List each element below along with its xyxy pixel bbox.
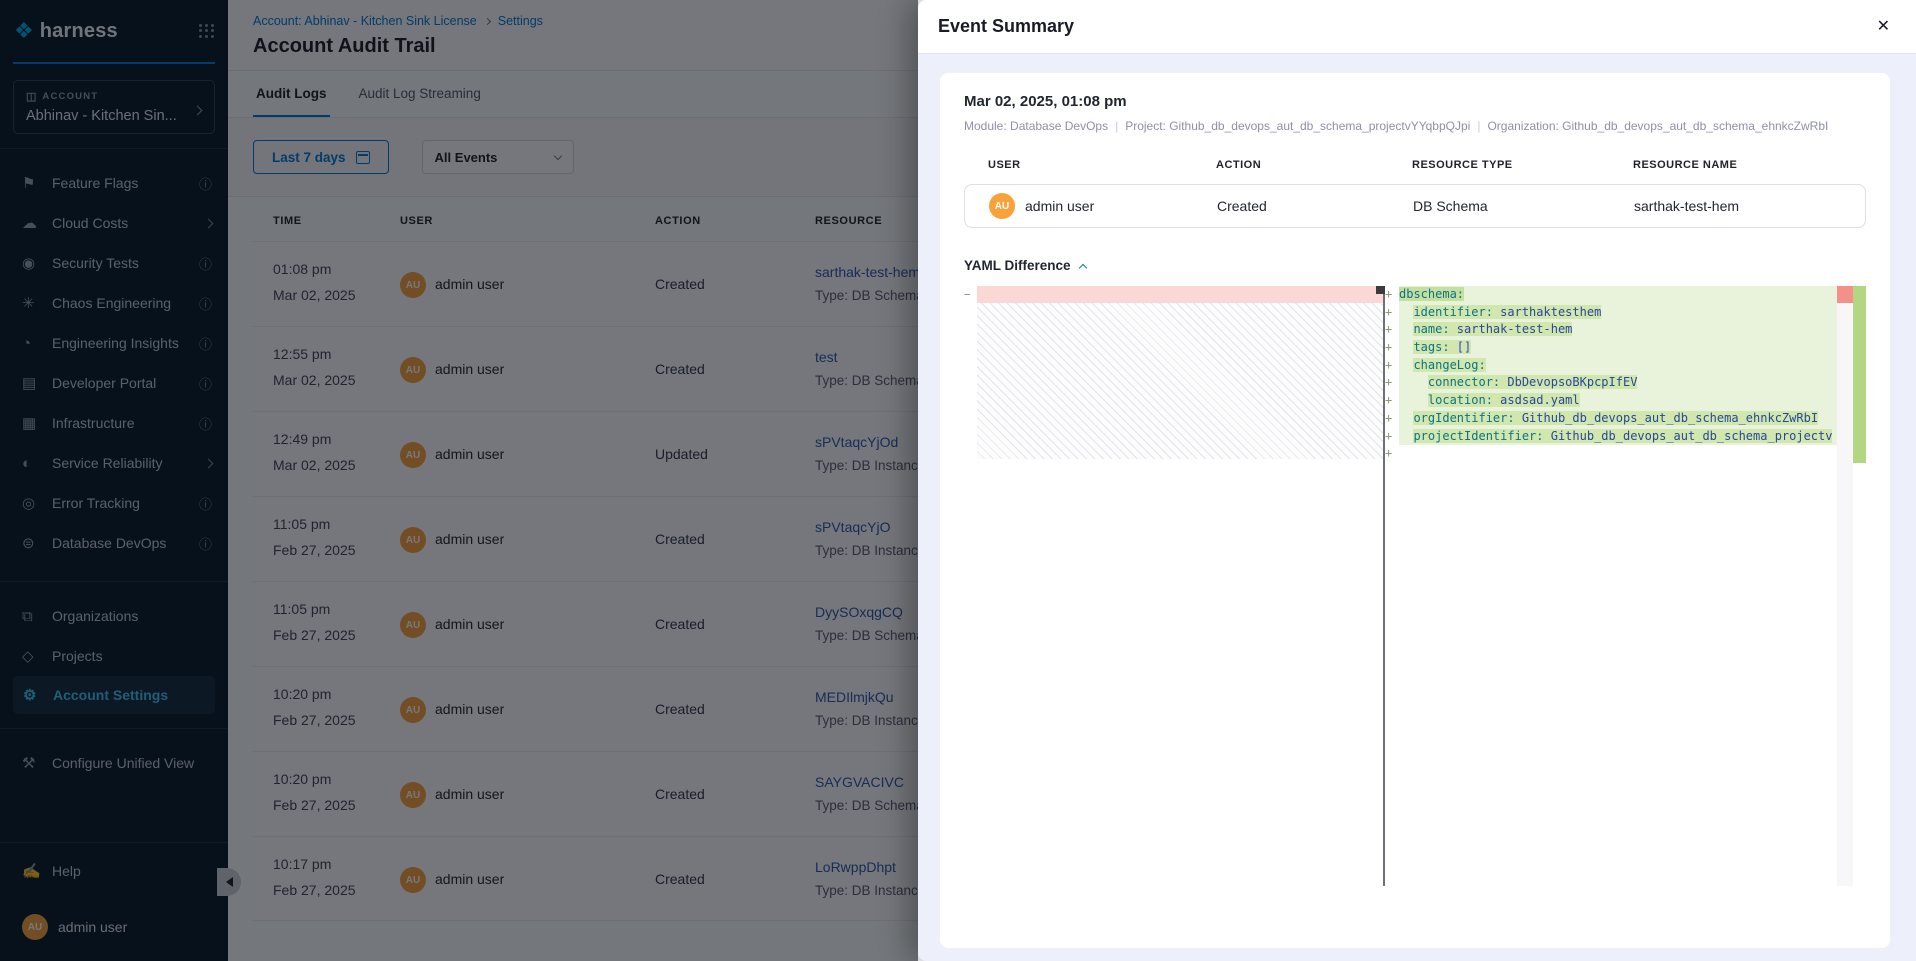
diff-added-gutter: + — [1385, 392, 1399, 410]
chevron-up-icon — [1078, 263, 1086, 271]
event-resource-name: sarthak-test-hem — [1634, 198, 1865, 214]
diff-added-line: + identifier: sarthaktesthem — [1385, 304, 1866, 322]
diff-added-gutter: + — [1385, 304, 1399, 322]
diff-added-gutter: + — [1385, 374, 1399, 392]
diff-added-gutter: + — [1385, 286, 1399, 304]
diff-added-line: + location: asdsad.yaml — [1385, 392, 1866, 410]
diff-right-pane: +dbschema:+ identifier: sarthaktesthem+ … — [1385, 286, 1866, 886]
diff-added-line: +dbschema: — [1385, 286, 1866, 304]
user-avatar: AU — [989, 193, 1015, 219]
event-card: Mar 02, 2025, 01:08 pm Module: Database … — [940, 73, 1890, 948]
drawer-title: Event Summary — [938, 16, 1074, 37]
event-table-row: AU admin user Created DB Schema sarthak-… — [964, 184, 1866, 228]
diff-added-line: + — [1385, 445, 1866, 463]
drawer-body: Mar 02, 2025, 01:08 pm Module: Database … — [918, 54, 1916, 961]
event-resource-type: DB Schema — [1413, 198, 1634, 214]
close-icon[interactable]: ✕ — [1877, 19, 1890, 35]
diff-empty-hatch — [977, 303, 1383, 459]
diff-removed-gutter: − — [964, 286, 977, 886]
column-header-resource-name: RESOURCE NAME — [1633, 159, 1866, 171]
diff-added-gutter: + — [1385, 321, 1399, 339]
column-header-resource-type: RESOURCE TYPE — [1412, 159, 1633, 171]
diff-added-gutter: + — [1385, 339, 1399, 357]
diff-added-line: + connector: DbDevopsoBKpcpIfEV — [1385, 374, 1866, 392]
yaml-difference-toggle[interactable]: YAML Difference — [964, 258, 1866, 273]
diff-added-line: + orgIdentifier: Github_db_devops_aut_db… — [1385, 410, 1866, 428]
event-table-header: USER ACTION RESOURCE TYPE RESOURCE NAME — [964, 159, 1866, 171]
event-meta: Module: Database DevOps|Project: Github_… — [964, 119, 1866, 133]
diff-scroll-track — [1837, 286, 1853, 886]
diff-added-gutter: + — [1385, 357, 1399, 375]
column-header-user: USER — [988, 159, 1216, 171]
diff-added-gutter: + — [1385, 428, 1399, 446]
event-timestamp: Mar 02, 2025, 01:08 pm — [964, 93, 1866, 110]
diff-removed-line — [977, 286, 1383, 303]
diff-added-gutter: + — [1385, 445, 1399, 463]
event-project: Project: Github_db_devops_aut_db_schema_… — [1125, 119, 1470, 133]
diff-added-line: + changeLog: — [1385, 357, 1866, 375]
event-module: Module: Database DevOps — [964, 119, 1108, 133]
modal-dim-overlay[interactable] — [0, 0, 918, 961]
diff-added-line: + name: sarthak-test-hem — [1385, 321, 1866, 339]
drawer-header: Event Summary ✕ — [918, 0, 1916, 54]
column-header-action: ACTION — [1216, 159, 1412, 171]
event-organization: Organization: Github_db_devops_aut_db_sc… — [1487, 119, 1828, 133]
event-action: Created — [1217, 198, 1413, 214]
event-user: AU admin user — [989, 193, 1217, 219]
diff-added-line: + tags: [] — [1385, 339, 1866, 357]
diff-added-lines: +dbschema:+ identifier: sarthaktesthem+ … — [1385, 286, 1866, 463]
diff-added-marker-bar[interactable] — [1853, 286, 1866, 463]
event-summary-drawer: Event Summary ✕ Mar 02, 2025, 01:08 pm M… — [918, 0, 1916, 961]
diff-added-gutter: + — [1385, 410, 1399, 428]
diff-added-line: + projectIdentifier: Github_db_devops_au… — [1385, 428, 1866, 446]
screen: ❖ harness ◫ ACCOUNT Abhinav - Kitchen Si… — [0, 0, 1916, 961]
yaml-diff-viewer: − +dbschema:+ identifier: sarthaktesthem… — [964, 286, 1866, 886]
diff-removed-marker-bar — [1837, 286, 1853, 303]
diff-left-pane — [977, 286, 1383, 886]
